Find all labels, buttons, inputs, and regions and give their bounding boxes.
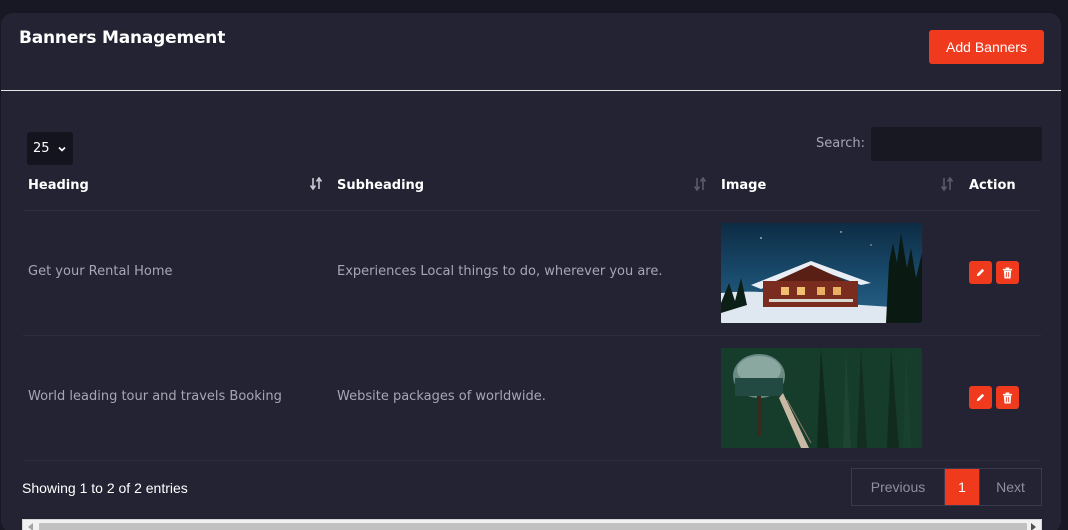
banner-image-cabin bbox=[721, 223, 922, 323]
banner-image-treehouse bbox=[721, 348, 922, 448]
previous-button[interactable]: Previous bbox=[852, 469, 945, 505]
table-divider bbox=[23, 335, 1041, 336]
banners-card: Banners Management Add Banners 25 Search… bbox=[1, 13, 1061, 530]
pencil-icon bbox=[976, 393, 985, 402]
delete-button[interactable] bbox=[996, 386, 1019, 409]
chevron-down-icon bbox=[57, 146, 66, 152]
table-divider bbox=[23, 210, 1041, 211]
page-length-value: 25 bbox=[33, 141, 50, 156]
sort-icon[interactable] bbox=[941, 177, 955, 193]
horizontal-scrollbar[interactable] bbox=[22, 519, 1042, 530]
next-button[interactable]: Next bbox=[979, 469, 1041, 505]
page-length-select[interactable]: 25 bbox=[27, 132, 73, 165]
edit-button[interactable] bbox=[969, 386, 992, 409]
row-2-subheading: Website packages of worldwide. bbox=[337, 389, 546, 404]
scroll-right-icon[interactable] bbox=[1031, 523, 1036, 530]
pencil-icon bbox=[976, 268, 985, 277]
delete-button[interactable] bbox=[996, 261, 1019, 284]
search-input[interactable] bbox=[871, 127, 1042, 161]
sort-active-icon[interactable] bbox=[310, 177, 324, 193]
header-action: Action bbox=[969, 178, 1016, 193]
edit-button[interactable] bbox=[969, 261, 992, 284]
pagination: Previous 1 Next bbox=[851, 468, 1042, 506]
row-2-heading: World leading tour and travels Booking bbox=[28, 389, 282, 404]
scrollbar-thumb[interactable] bbox=[39, 523, 1027, 530]
add-banners-button[interactable]: Add Banners bbox=[929, 30, 1044, 64]
header-divider bbox=[1, 90, 1061, 91]
table-divider bbox=[23, 460, 1041, 461]
header-heading[interactable]: Heading bbox=[28, 178, 89, 193]
page-1-button[interactable]: 1 bbox=[945, 469, 979, 505]
trash-icon bbox=[1002, 267, 1013, 278]
header-subheading[interactable]: Subheading bbox=[337, 178, 424, 193]
header-image[interactable]: Image bbox=[721, 178, 766, 193]
row-1-subheading: Experiences Local things to do, wherever… bbox=[337, 264, 663, 279]
entries-info: Showing 1 to 2 of 2 entries bbox=[22, 480, 188, 496]
search-label: Search: bbox=[816, 136, 866, 151]
page-title: Banners Management bbox=[19, 28, 226, 48]
scroll-left-icon[interactable] bbox=[28, 523, 33, 530]
trash-icon bbox=[1002, 392, 1013, 403]
row-1-heading: Get your Rental Home bbox=[28, 264, 173, 279]
sort-icon[interactable] bbox=[694, 177, 708, 193]
